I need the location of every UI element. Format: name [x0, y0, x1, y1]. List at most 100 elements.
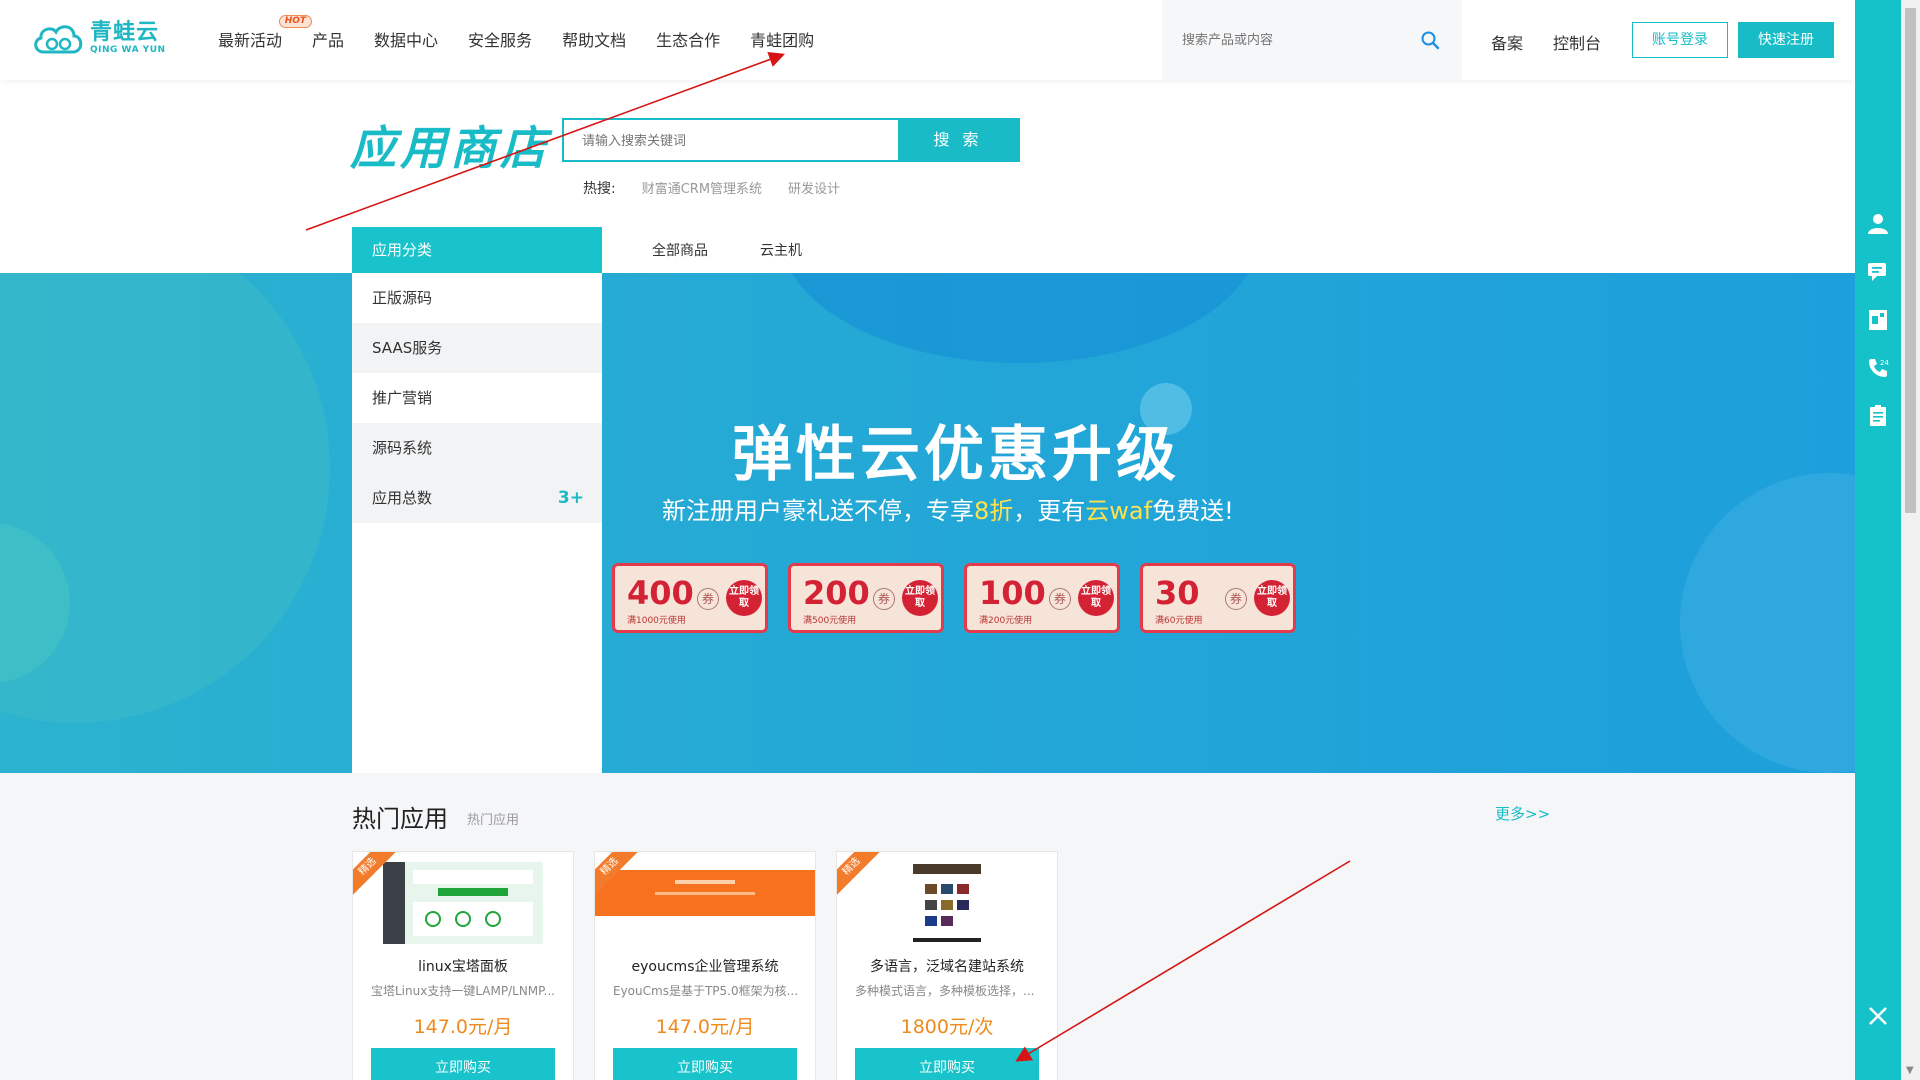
buy-now-button[interactable]: 立即购买 [613, 1048, 797, 1080]
top-header: 青蛙云 QING WA YUN 最新活动 HOT 产品 数据中心 安全服务 帮助… [0, 0, 1855, 80]
coupon-100[interactable]: 100 券 满200元使用 立即领取 [964, 563, 1120, 633]
app-thumbnail [595, 870, 815, 916]
category-item-marketing[interactable]: 推广营销 [352, 373, 602, 423]
store-search-box: 搜 索 [562, 118, 1020, 162]
phone-24h-icon[interactable]: 24 [1866, 356, 1890, 380]
scroll-down-icon[interactable]: ▼ [1906, 1065, 1914, 1076]
user-icon[interactable] [1866, 211, 1890, 235]
hot-search-label: 热搜: [583, 181, 616, 197]
store-search-input[interactable] [582, 130, 902, 152]
coupon-condition: 满1000元使用 [627, 616, 686, 626]
nav-data-center[interactable]: 数据中心 [374, 30, 438, 52]
svg-text:24: 24 [1880, 359, 1889, 367]
app-name: linux宝塔面板 [418, 959, 508, 975]
coupon-get-button[interactable]: 立即领取 [902, 580, 938, 616]
nav-help-docs[interactable]: 帮助文档 [562, 30, 626, 52]
banner-title: 弹性云优惠升级 [732, 420, 1180, 490]
scrollbar-thumb[interactable] [1905, 8, 1916, 513]
category-panel: 应用分类 正版源码 SAAS服务 推广营销 源码系统 应用总数 3+ [352, 227, 602, 773]
console-link[interactable]: 控制台 [1553, 30, 1601, 54]
buy-now-button[interactable]: 立即购买 [371, 1048, 555, 1080]
hot-keyword[interactable]: 研发设计 [788, 178, 840, 198]
login-button[interactable]: 账号登录 [1632, 22, 1728, 58]
close-icon[interactable] [1866, 1004, 1890, 1028]
chat-icon[interactable] [1866, 260, 1890, 284]
hot-badge: HOT [278, 15, 313, 28]
app-price: 147.0元/月 [655, 1016, 755, 1038]
coupon-unit: 券 [873, 588, 895, 610]
app-price: 1800元/次 [900, 1016, 994, 1038]
app-thumbnail [911, 862, 983, 944]
hot-apps-section: 热门应用 热门应用 更多>> 精选 linux宝塔面板 宝塔Linux支持一键L… [0, 773, 1855, 1080]
store-search-button[interactable]: 搜 索 [898, 120, 1018, 160]
coupon-amount: 30 [1155, 574, 1200, 612]
clipboard-icon[interactable] [1866, 404, 1890, 428]
category-item-system[interactable]: 源码系统 [352, 423, 602, 473]
buy-now-button[interactable]: 立即购买 [855, 1048, 1039, 1080]
cloud-logo-icon [34, 25, 83, 54]
logo-text-en: QING WA YUN [90, 45, 166, 55]
app-card[interactable]: 精选 eyoucms企业管理系统 EyouCms是基于TP5.0框架为核... … [594, 851, 816, 1080]
coupon-30[interactable]: 30 券 满60元使用 立即领取 [1140, 563, 1296, 633]
app-desc: 多种模式语言，多种模板选择，... [855, 984, 1035, 998]
app-thumbnail [383, 862, 543, 944]
coupon-amount: 200 [803, 574, 870, 612]
nav-label: 最新活动 [218, 31, 283, 50]
coupon-get-button[interactable]: 立即领取 [1254, 580, 1290, 616]
coupon-condition: 满200元使用 [979, 616, 1033, 626]
top-search-box [1162, 0, 1462, 80]
nav-ecosystem[interactable]: 生态合作 [656, 30, 720, 52]
logo[interactable]: 青蛙云 QING WA YUN [30, 18, 166, 58]
top-search-input[interactable] [1182, 28, 1412, 52]
logo-text-cn: 青蛙云 [90, 20, 160, 45]
nav-products[interactable]: 产品 [312, 30, 344, 52]
category-item-saas[interactable]: SAAS服务 [352, 323, 602, 373]
app-desc: 宝塔Linux支持一键LAMP/LNMP... [371, 984, 555, 998]
coupon-unit: 券 [1049, 588, 1071, 610]
coupon-400[interactable]: 400 券 满1000元使用 立即领取 [612, 563, 768, 633]
banner-subtitle: 新注册用户豪礼送不停，专享8折，更有云waf免费送! [662, 497, 1234, 525]
category-total-count: 3+ [557, 488, 584, 508]
hot-keyword[interactable]: 财富通CRM管理系统 [642, 178, 762, 198]
nav-latest-activity[interactable]: 最新活动 HOT [218, 15, 313, 52]
right-float-bar: 24 [1855, 0, 1901, 1080]
store-title: 应用商店 [350, 121, 550, 175]
goods-tabs: 全部商品 云主机 [652, 240, 802, 260]
hot-apps-title: 热门应用 [352, 805, 448, 833]
app-name: eyoucms企业管理系统 [631, 959, 779, 975]
hot-search: 热搜: 财富通CRM管理系统 研发设计 [583, 178, 840, 198]
more-link[interactable]: 更多>> [1495, 803, 1550, 824]
register-button[interactable]: 快速注册 [1738, 22, 1834, 58]
coupon-condition: 满500元使用 [803, 616, 857, 626]
banner-content: 弹性云优惠升级 新注册用户豪礼送不停，专享8折，更有云waf免费送! 400 券… [602, 273, 1855, 773]
coupon-get-button[interactable]: 立即领取 [1078, 580, 1114, 616]
coupon-get-button[interactable]: 立即领取 [726, 580, 762, 616]
coupon-list: 400 券 满1000元使用 立即领取 200 券 满500元使用 立即领取 1… [612, 563, 1296, 633]
tab-cloud-host[interactable]: 云主机 [760, 240, 802, 260]
coupon-condition: 满60元使用 [1155, 616, 1203, 626]
category-item-source[interactable]: 正版源码 [352, 273, 602, 323]
coupon-unit: 券 [697, 588, 719, 610]
category-item-total[interactable]: 应用总数 3+ [352, 473, 602, 523]
category-total-label: 应用总数 [372, 489, 433, 507]
coupon-unit: 券 [1225, 588, 1247, 610]
coupon-200[interactable]: 200 券 满500元使用 立即领取 [788, 563, 944, 633]
nav-security[interactable]: 安全服务 [468, 30, 532, 52]
nav-group-buy[interactable]: 青蛙团购 [750, 30, 814, 52]
coupon-amount: 100 [979, 574, 1046, 612]
promo-banner[interactable]: 弹性云优惠升级 新注册用户豪礼送不停，专享8折，更有云waf免费送! 400 券… [0, 273, 1855, 773]
app-price: 147.0元/月 [413, 1016, 513, 1038]
hot-apps-subtitle: 热门应用 [467, 813, 520, 828]
app-desc: EyouCms是基于TP5.0框架为核... [613, 984, 799, 998]
coupon-amount: 400 [627, 574, 694, 612]
tab-all-goods[interactable]: 全部商品 [652, 240, 708, 260]
search-icon[interactable] [1420, 30, 1440, 50]
app-name: 多语言，泛域名建站系统 [870, 959, 1024, 975]
featured-ribbon: 精选 [837, 852, 884, 899]
scrollbar[interactable]: ▼ [1901, 0, 1920, 1080]
app-card[interactable]: 精选 多语言，泛域名建站系统 多种模式语言，多种模板选择，... 1800元/次… [836, 851, 1058, 1080]
main-nav: 最新活动 HOT 产品 数据中心 安全服务 帮助文档 生态合作 青蛙团购 [218, 15, 844, 52]
beian-link[interactable]: 备案 [1491, 30, 1523, 54]
app-card[interactable]: 精选 linux宝塔面板 宝塔Linux支持一键LAMP/LNMP... 147… [352, 851, 574, 1080]
document-icon[interactable] [1866, 308, 1890, 332]
